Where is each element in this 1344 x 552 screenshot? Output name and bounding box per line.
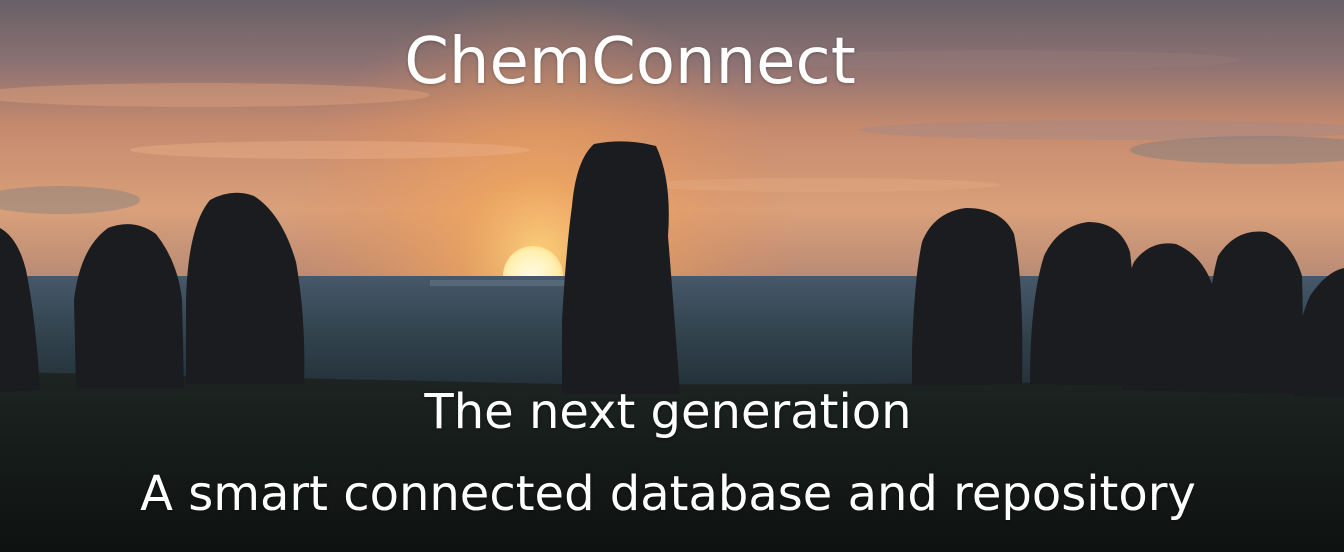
page-title: ChemConnect xyxy=(404,25,856,99)
tagline-line-2: A smart connected database and repositor… xyxy=(140,466,1196,522)
tagline-line-1: The next generation xyxy=(424,384,912,440)
hero-banner: ChemConnect The next generation A smart … xyxy=(0,0,1344,552)
